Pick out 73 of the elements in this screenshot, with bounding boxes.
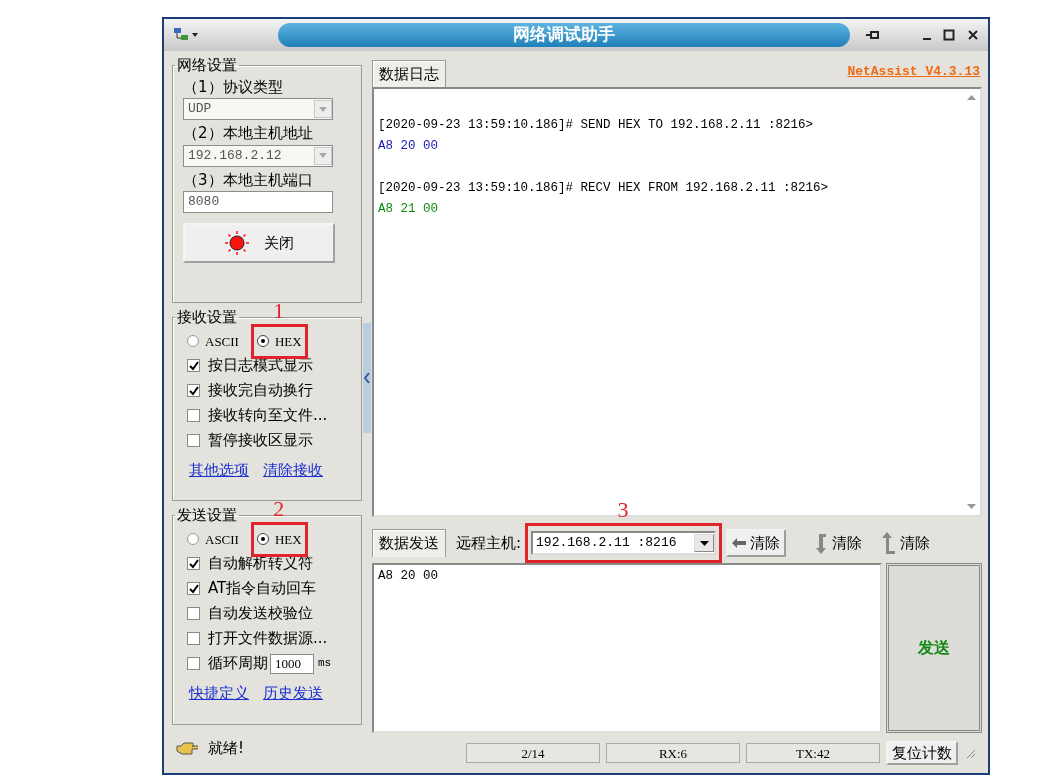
checkbox[interactable]: 自动发送校验位 <box>187 602 313 625</box>
input-field[interactable]: 8080 <box>183 191 333 213</box>
check-icon <box>188 558 199 569</box>
status-cell: TX:42 <box>746 743 880 763</box>
highlight-box <box>250 521 308 557</box>
caret-icon <box>319 153 327 158</box>
log-header: [2020-09-23 13:59:10.186]# RECV HEX FROM 192.168.2.11 :8216> <box>378 180 830 197</box>
clear-button[interactable]: 清除 <box>876 530 935 556</box>
status-cell: 2/14 <box>466 743 600 763</box>
status-cell: RX:6 <box>606 743 740 763</box>
chevron-left-icon <box>364 372 370 384</box>
radio-button[interactable]: HEX <box>256 529 302 549</box>
status-text: 就绪! <box>208 738 244 759</box>
group-title: 发送设置 <box>176 507 238 524</box>
log-header: [2020-09-23 13:59:10.186]# SEND HEX TO 192.168.2.11 :8216> <box>378 117 815 134</box>
led-icon <box>224 230 250 256</box>
caret-icon <box>319 106 327 112</box>
minimize-icon <box>923 38 931 40</box>
checkbox[interactable]: 暂停接收区显示 <box>187 429 313 452</box>
radio-button[interactable]: HEX <box>256 331 302 351</box>
resize-grip-icon <box>964 747 976 759</box>
check-icon <box>188 583 199 594</box>
network-icon <box>173 27 199 43</box>
checkbox[interactable]: 循环周期 <box>187 652 268 675</box>
link[interactable]: 快捷定义 <box>189 682 249 705</box>
caret-icon <box>699 540 709 546</box>
pointing-hand-icon <box>176 741 198 756</box>
callout-number: 2 <box>273 497 285 520</box>
scroll-up-icon <box>966 95 976 100</box>
radio-circle[interactable] <box>256 533 269 546</box>
group-title: 网络设置 <box>176 57 238 74</box>
unit-label: ms <box>318 656 332 672</box>
send-text-area[interactable]: A8 20 00 <box>372 563 882 733</box>
checkbox[interactable]: 打开文件数据源... <box>187 627 328 650</box>
connect-button[interactable]: 关闭 <box>183 223 335 263</box>
radio-button[interactable]: ASCII <box>187 529 239 549</box>
radio-circle[interactable] <box>187 533 199 546</box>
splitter-handle[interactable] <box>363 323 371 433</box>
link[interactable]: 其他选项 <box>189 459 249 482</box>
period-field[interactable]: 1000 <box>270 653 314 674</box>
log-data: A8 20 00 <box>378 138 439 155</box>
log-data: A8 21 00 <box>378 201 439 218</box>
radio-circle[interactable] <box>187 335 199 348</box>
check-icon <box>188 385 199 396</box>
highlight-box <box>250 323 308 359</box>
close-icon <box>967 29 979 41</box>
tab[interactable]: 数据日志 <box>372 59 446 87</box>
scroll-down-icon <box>966 504 976 509</box>
checkbox[interactable]: 接收转向至文件... <box>187 404 328 427</box>
turn-up-icon <box>880 532 897 554</box>
field-label: （2）本地主机地址 <box>183 123 314 144</box>
radio-button[interactable]: ASCII <box>187 331 239 351</box>
maximize-icon <box>943 29 955 41</box>
pin-icon <box>865 28 881 42</box>
window-title: 网络调试助手 <box>278 23 850 47</box>
group-title: 接收设置 <box>176 309 238 326</box>
remote-host-dropdown[interactable]: 192.168.2.11 :8216 <box>531 531 717 555</box>
reset-count-button[interactable]: 复位计数 <box>886 741 958 765</box>
clear-button[interactable]: 清除 <box>808 530 867 556</box>
field-label: （3）本地主机端口 <box>183 169 314 191</box>
link[interactable]: 清除接收 <box>263 459 323 482</box>
clear-button[interactable]: 清除 <box>726 528 787 558</box>
callout-number: 1 <box>273 299 285 322</box>
check-icon <box>188 360 199 371</box>
arrow-left-icon <box>732 538 747 548</box>
field-label: （1）协议类型 <box>183 76 284 98</box>
tab[interactable]: 数据发送 <box>372 529 446 557</box>
checkbox[interactable]: AT指令自动回车 <box>187 577 317 600</box>
radio-circle[interactable] <box>256 335 269 348</box>
callout-number: 3 <box>617 499 629 521</box>
checkbox[interactable]: 接收完自动换行 <box>187 379 313 402</box>
link[interactable]: 历史发送 <box>263 682 323 705</box>
remote-host-label: 远程主机: <box>456 532 522 554</box>
